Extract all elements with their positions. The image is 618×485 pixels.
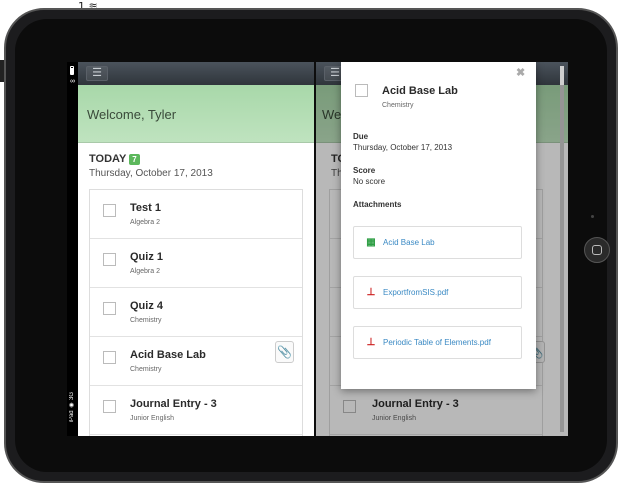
task-checkbox[interactable] (103, 302, 116, 315)
attachment-name[interactable]: ExportfromSIS.pdf (383, 288, 448, 297)
task-subject: Algebra 2 (130, 268, 160, 275)
attachments-label: Attachments (353, 200, 402, 209)
popover-title: Acid Base Lab (382, 85, 458, 97)
close-icon[interactable]: ✖ (516, 66, 525, 79)
attachment-link[interactable]: ⊥ Periodic Table of Elements.pdf (353, 326, 522, 359)
rotation-lock-icon: ∞ (70, 78, 75, 85)
side-switch (0, 60, 4, 82)
task-title: Test 1 (130, 202, 161, 214)
today-label: TODAY (89, 153, 127, 165)
task-subject: Junior English (130, 415, 174, 422)
left-pane: ☰ Welcome, Tyler TODAY 7 Thursday, Octobe… (78, 62, 314, 436)
attachment-link[interactable]: ▦ Acid Base Lab (353, 226, 522, 259)
attachment-name[interactable]: Acid Base Lab (383, 238, 435, 247)
task-title: Acid Base Lab (130, 349, 206, 361)
due-value: Thursday, October 17, 2013 (353, 143, 453, 152)
today-count-badge: 7 (129, 153, 140, 165)
task-checkbox[interactable] (103, 253, 116, 266)
task-row[interactable]: Quiz 4 Chemistry (90, 288, 302, 337)
task-checkbox[interactable] (103, 204, 116, 217)
paperclip-icon[interactable]: 📎 (275, 341, 294, 363)
task-subject: Algebra 2 (130, 219, 160, 226)
task-detail-popover: ✖ Acid Base Lab Chemistry Due Thursday, … (341, 62, 536, 389)
score-value: No score (353, 177, 386, 186)
today-heading: TODAY 7 (89, 153, 140, 165)
attachment-name[interactable]: Periodic Table of Elements.pdf (383, 338, 491, 347)
task-title: Quiz 4 (130, 300, 164, 312)
pdf-icon: ⊥ (366, 287, 376, 298)
task-row[interactable]: Acid Base Lab Chemistry 📎 (90, 337, 302, 386)
task-list: Test 1 Algebra 2 Quiz 1 Algebra 2 Quiz 4… (89, 189, 303, 436)
today-date: Thursday, October 17, 2013 (89, 168, 213, 179)
due-label: Due (353, 132, 369, 141)
task-subject: Chemistry (130, 317, 162, 324)
task-checkbox[interactable] (103, 351, 116, 364)
task-subject: Chemistry (130, 366, 162, 373)
welcome-banner: Welcome, Tyler (78, 85, 314, 143)
status-bar: ∞ iPad ◉ 3G (67, 62, 78, 436)
welcome-text: Welcome, Tyler (87, 107, 177, 122)
right-pane: ☰ We TO Th Journal Entry - 3 Junior Engl… (316, 62, 568, 436)
task-title: Quiz 1 (130, 251, 164, 263)
score-label: Score (353, 166, 376, 175)
popover-subject: Chemistry (382, 102, 414, 109)
task-title: Journal Entry - 3 (130, 398, 217, 410)
task-checkbox[interactable] (103, 400, 116, 413)
spreadsheet-icon: ▦ (366, 237, 376, 248)
status-carrier-text: iPad ◉ 3G (69, 392, 75, 423)
task-row[interactable]: Quiz 1 Algebra 2 (90, 239, 302, 288)
battery-icon (70, 66, 74, 75)
left-topbar: ☰ (78, 62, 314, 85)
home-button[interactable] (584, 237, 610, 263)
task-row[interactable]: Journal Entry - 3 Junior English (90, 386, 302, 435)
camera-dot (591, 215, 594, 218)
attachment-link[interactable]: ⊥ ExportfromSIS.pdf (353, 276, 522, 309)
hamburger-menu-button[interactable]: ☰ (86, 66, 108, 81)
task-checkbox[interactable] (355, 84, 368, 97)
ipad-screen: ∞ iPad ◉ 3G ☰ Welcome, Tyler TODAY 7 Thur… (67, 62, 568, 436)
pdf-icon: ⊥ (366, 337, 376, 348)
task-row[interactable]: Test 1 Algebra 2 (90, 190, 302, 239)
